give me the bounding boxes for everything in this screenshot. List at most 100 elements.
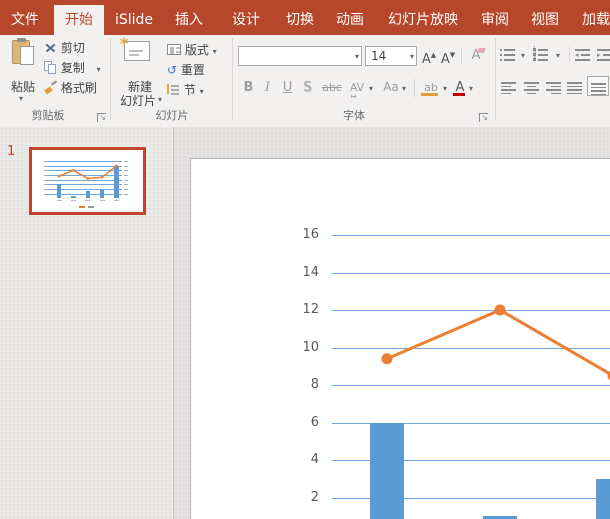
increase-indent-icon: ▸ <box>597 48 610 62</box>
underline-button[interactable]: U <box>280 78 295 97</box>
font-color-button[interactable]: A <box>452 78 468 97</box>
clear-formatting-button[interactable]: A <box>466 46 486 65</box>
section-button[interactable]: 节 ▾ <box>167 82 204 99</box>
reset-button[interactable]: ↺ 重置 <box>167 62 205 79</box>
font-size-combo[interactable]: 14 ▾ <box>365 46 417 66</box>
reset-label: 重置 <box>181 63 205 77</box>
paste-dropdown-arrow[interactable]: ▾ <box>19 94 23 103</box>
text-shadow-button[interactable]: S <box>300 78 315 97</box>
font-name-value <box>239 47 243 61</box>
copy-button[interactable]: 复制 ▾ <box>44 60 101 77</box>
slide-canvas[interactable]: 246810121416 <box>190 158 610 519</box>
ribbon-tab-3[interactable]: iSlide <box>110 5 158 35</box>
align-right-button[interactable] <box>546 79 561 98</box>
decrease-indent-button[interactable]: ◂ <box>575 47 591 66</box>
clipboard-dialog-launcher[interactable]: ↘ <box>97 113 106 122</box>
distributed-align-icon <box>591 82 606 95</box>
spacing-arrows-icon: ↔ <box>350 87 357 106</box>
align-left-icon <box>501 81 516 94</box>
slide-number: 1 <box>7 144 15 159</box>
eraser-icon <box>477 48 486 53</box>
italic-button[interactable]: I <box>261 78 274 97</box>
text-highlight-dropdown-arrow[interactable]: ▾ <box>443 84 447 93</box>
format-painter-button[interactable]: 格式刷 <box>44 80 97 97</box>
thumbnail-legend-mark <box>79 206 85 208</box>
editing-canvas[interactable]: 246810121416 <box>174 127 610 519</box>
slides-group-label: 幻灯片 <box>112 107 232 123</box>
highlight-color-bar <box>421 93 438 96</box>
thumbnail-legend-mark <box>88 206 94 208</box>
decrease-font-size-button[interactable]: A▼ <box>440 46 456 65</box>
change-case-button[interactable]: Aa <box>381 78 401 97</box>
paste-button[interactable]: 粘贴 ▾ <box>3 38 43 104</box>
character-spacing-button[interactable]: AV↔ <box>347 78 367 97</box>
numbering-dropdown-arrow[interactable]: ▾ <box>556 51 560 60</box>
ribbon-tab-2[interactable]: 开始 <box>54 5 104 35</box>
new-slide-button[interactable]: * 新建 幻灯片 ▾ <box>116 38 164 104</box>
bullets-dropdown-arrow[interactable]: ▾ <box>521 51 525 60</box>
font-name-combo[interactable]: ▾ <box>238 46 362 66</box>
paste-label: 粘贴 <box>3 78 43 95</box>
clipboard-group-label: 剪贴板 <box>0 107 96 123</box>
ribbon-tab-11[interactable]: 加载项 <box>574 5 610 35</box>
distributed-align-button[interactable] <box>587 76 609 96</box>
increase-font-size-button[interactable]: A▲ <box>421 46 437 65</box>
ribbon-tab-6[interactable]: 切换 <box>278 5 322 35</box>
numbering-icon: 1 2 3 <box>533 48 549 62</box>
decrease-indent-icon: ◂ <box>575 48 591 62</box>
ribbon: 粘贴 ▾ 剪切 复制 ▾ 格式刷 剪贴板 ↘ * 新建 幻灯片 ▾ <box>0 35 610 128</box>
chart-line-marker <box>382 353 393 364</box>
ribbon-tab-1[interactable]: 文件 <box>8 5 42 35</box>
new-slide-dropdown-arrow[interactable]: ▾ <box>158 95 162 104</box>
chart-line-layer <box>191 159 610 519</box>
chart-line-marker <box>495 305 506 316</box>
align-center-icon <box>524 81 539 94</box>
numbering-button[interactable]: 1 2 3 <box>533 47 549 66</box>
copy-dropdown-arrow[interactable]: ▾ <box>97 65 101 74</box>
ribbon-tab-8[interactable]: 幻灯片放映 <box>378 5 468 35</box>
layout-label: 版式 <box>185 43 209 57</box>
new-slide-icon: * <box>124 41 150 61</box>
justify-icon <box>567 81 582 94</box>
bullets-button[interactable] <box>500 47 516 66</box>
font-color-dropdown-arrow[interactable]: ▾ <box>469 84 473 93</box>
align-left-button[interactable] <box>501 79 516 98</box>
character-spacing-dropdown-arrow[interactable]: ▾ <box>369 84 373 93</box>
ribbon-tab-bar: 文件开始iSlide 插入设计切换动画幻灯片放映审阅视图加载项 <box>0 0 610 35</box>
section-icon <box>167 84 180 95</box>
font-group-label: 字体 <box>234 107 474 123</box>
align-right-icon <box>546 81 561 94</box>
format-painter-icon <box>44 81 57 94</box>
text-highlight-button[interactable]: ab <box>420 78 442 97</box>
scissors-icon <box>44 41 57 54</box>
ribbon-tab-9[interactable]: 审阅 <box>474 5 516 35</box>
slide-thumbnail-panel[interactable]: 1 <box>0 127 174 519</box>
chart-line <box>387 273 610 376</box>
layout-button[interactable]: 版式 ▾ <box>167 42 217 59</box>
change-case-dropdown-arrow[interactable]: ▾ <box>402 84 406 93</box>
ribbon-tab-5[interactable]: 设计 <box>224 5 268 35</box>
slide-1-thumbnail[interactable] <box>29 147 146 215</box>
ribbon-tab-4[interactable]: 插入 <box>170 5 208 35</box>
font-name-dropdown-arrow[interactable]: ▾ <box>355 52 359 61</box>
strikethrough-button[interactable]: abc <box>320 78 344 97</box>
align-center-button[interactable] <box>524 79 539 98</box>
bold-button[interactable]: B <box>241 78 256 97</box>
section-dropdown-arrow[interactable]: ▾ <box>200 87 204 96</box>
font-dialog-launcher[interactable]: ↘ <box>479 113 488 122</box>
ribbon-tab-10[interactable]: 视图 <box>524 5 566 35</box>
thumbnail-chart-preview <box>32 150 143 212</box>
justify-button[interactable] <box>567 79 582 98</box>
cut-label: 剪切 <box>61 41 85 55</box>
layout-dropdown-arrow[interactable]: ▾ <box>213 47 217 56</box>
font-size-dropdown-arrow[interactable]: ▾ <box>410 52 414 61</box>
powerpoint-window: 文件开始iSlide 插入设计切换动画幻灯片放映审阅视图加载项 粘贴 ▾ 剪切 复… <box>0 0 610 519</box>
reset-icon: ↺ <box>167 63 177 77</box>
increase-indent-button[interactable]: ▸ <box>597 47 610 66</box>
layout-icon <box>167 44 181 55</box>
font-size-value: 14 <box>366 47 386 65</box>
cut-button[interactable]: 剪切 <box>44 40 85 57</box>
ribbon-tab-7[interactable]: 动画 <box>328 5 372 35</box>
font-color-bar <box>453 93 465 96</box>
combo-chart[interactable]: 246810121416 <box>191 159 610 519</box>
